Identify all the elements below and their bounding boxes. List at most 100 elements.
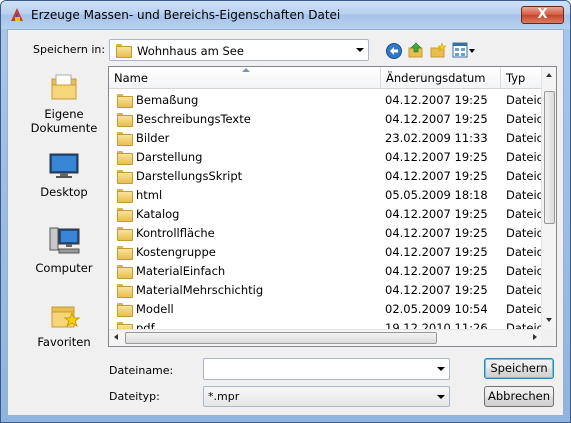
file-row[interactable]: Darstellung 04.12.2007 19:25 Dateio (109, 148, 543, 167)
file-row[interactable]: MaterialEinfach 04.12.2007 19:25 Dateio (109, 262, 543, 281)
filetype-select[interactable]: *.mpr (203, 386, 450, 407)
file-name: Bemaßung (136, 93, 199, 107)
filename-input[interactable] (203, 358, 450, 380)
scroll-down-icon[interactable] (546, 318, 552, 322)
horizontal-scroll-thumb[interactable] (125, 332, 437, 344)
file-row[interactable]: DarstellungsSkript 04.12.2007 19:25 Dateio (109, 167, 543, 186)
file-type: Dateio (506, 188, 543, 202)
place-label: Desktop (40, 185, 88, 199)
horizontal-scrollbar[interactable] (109, 329, 543, 346)
file-type: Dateio (506, 150, 543, 164)
favorites-folder-icon (51, 306, 80, 328)
folder-icon (117, 208, 133, 222)
file-row[interactable]: Bemaßung 04.12.2007 19:25 Dateio (109, 91, 543, 110)
list-header: Name Änderungsdatum Typ (109, 67, 543, 89)
location-value: Wohnhaus am See (137, 44, 244, 58)
scroll-left-icon[interactable] (114, 334, 118, 340)
file-name: Kontrollfläche (136, 226, 215, 240)
file-date: 04.12.2007 19:25 (385, 150, 488, 164)
filetype-value: *.mpr (208, 390, 240, 403)
file-name: BeschreibungsTexte (136, 112, 251, 126)
new-folder-icon[interactable] (429, 42, 447, 60)
dialog-client: Speichern in: Wohnhaus am See Eigene Dok… (7, 29, 564, 416)
file-type: Dateio (506, 169, 543, 183)
file-type: Dateio (506, 93, 543, 107)
view-menu-button[interactable] (452, 42, 478, 60)
file-type: Dateio (506, 245, 543, 259)
place-eigene-dokumente[interactable]: Eigene Dokumente (16, 71, 112, 135)
file-row[interactable]: Kostengruppe 04.12.2007 19:25 Dateio (109, 243, 543, 262)
cancel-button[interactable]: Abbrechen (484, 386, 554, 407)
title-bar[interactable]: Erzeuge Massen- und Bereichs-Eigenschaft… (1, 1, 570, 29)
file-list[interactable]: Name Änderungsdatum Typ Bemaßung 04.12.20… (108, 66, 557, 347)
file-type: Dateio (506, 131, 543, 145)
file-row[interactable]: MaterialMehrschichtig 04.12.2007 19:25 Dat… (109, 281, 543, 300)
file-row[interactable]: Katalog 04.12.2007 19:25 Dateio (109, 205, 543, 224)
window-title: Erzeuge Massen- und Bereichs-Eigenschaft… (31, 8, 341, 22)
folder-icon (117, 113, 133, 127)
folder-icon (117, 189, 133, 203)
file-name-cell: Katalog (117, 205, 179, 224)
file-name: MaterialEinfach (136, 264, 226, 278)
file-date: 04.12.2007 19:25 (385, 226, 488, 240)
file-name-cell: html (117, 186, 162, 205)
place-computer[interactable]: Computer (16, 225, 112, 275)
chevron-down-icon (437, 367, 445, 371)
save-button[interactable]: Speichern (484, 358, 554, 379)
file-name: Modell (136, 302, 174, 316)
place-desktop[interactable]: Desktop (16, 151, 112, 199)
file-name: DarstellungsSkript (136, 169, 243, 183)
file-row[interactable]: Bilder 23.02.2009 11:33 Dateio (109, 129, 543, 148)
file-name: Kostengruppe (136, 245, 216, 259)
file-rows: Bemaßung 04.12.2007 19:25 Dateio Beschreibu… (109, 89, 543, 330)
file-date: 04.12.2007 19:25 (385, 93, 488, 107)
file-name: Katalog (136, 207, 180, 221)
file-type: Dateio (506, 207, 543, 221)
file-name-cell: Bemaßung (117, 91, 198, 110)
file-row[interactable]: Modell 02.05.2009 10:54 Dateio (109, 300, 543, 319)
up-folder-icon[interactable] (407, 42, 425, 60)
file-type: Dateio (506, 264, 543, 278)
scroll-corner (541, 329, 556, 346)
location-combo[interactable]: Wohnhaus am See (109, 39, 369, 61)
place-label: Favoriten (37, 335, 91, 349)
filetype-label: Dateityp: (109, 390, 160, 403)
scroll-up-icon[interactable] (546, 73, 552, 77)
vertical-scrollbar[interactable] (541, 67, 556, 330)
save-in-label: Speichern in: (33, 43, 106, 56)
folder-icon (117, 284, 133, 298)
close-button[interactable]: X (521, 6, 564, 24)
chevron-down-icon (469, 49, 475, 53)
file-row[interactable]: Kontrollfläche 04.12.2007 19:25 Dateio (109, 224, 543, 243)
file-row[interactable]: html 05.05.2009 18:18 Dateio (109, 186, 543, 205)
file-name-cell: MaterialMehrschichtig (117, 281, 263, 300)
documents-folder-icon (51, 74, 77, 100)
column-header-date[interactable]: Änderungsdatum (381, 67, 501, 89)
file-date: 04.12.2007 19:25 (385, 169, 488, 183)
folder-icon (117, 151, 133, 165)
file-type: Dateio (506, 226, 543, 240)
folder-icon (116, 44, 132, 58)
file-type: Dateio (506, 302, 543, 316)
file-date: 04.12.2007 19:25 (385, 283, 488, 297)
sort-ascending-icon (242, 68, 250, 72)
file-name-cell: MaterialEinfach (117, 262, 225, 281)
file-name: Bilder (136, 131, 170, 145)
place-label: Eigene (44, 107, 84, 121)
scroll-right-icon[interactable] (533, 334, 537, 340)
vertical-scroll-thumb[interactable] (544, 91, 555, 224)
folder-icon (117, 132, 133, 146)
file-date: 04.12.2007 19:25 (385, 264, 488, 278)
folder-icon (117, 170, 133, 184)
file-name-cell: Darstellung (117, 148, 202, 167)
app-icon (11, 8, 23, 21)
file-row[interactable]: BeschreibungsTexte 04.12.2007 19:25 Dateio (109, 110, 543, 129)
view-grid-icon (452, 42, 468, 58)
dialog-window: Erzeuge Massen- und Bereichs-Eigenschaft… (0, 0, 571, 423)
file-type: Dateio (506, 283, 543, 297)
chevron-down-icon (437, 394, 445, 399)
places-bar: Eigene Dokumente Desktop Computer Favori… (16, 67, 112, 357)
column-header-type[interactable]: Typ (501, 67, 543, 89)
place-favoriten[interactable]: Favoriten (16, 299, 112, 349)
back-icon[interactable] (385, 42, 403, 60)
